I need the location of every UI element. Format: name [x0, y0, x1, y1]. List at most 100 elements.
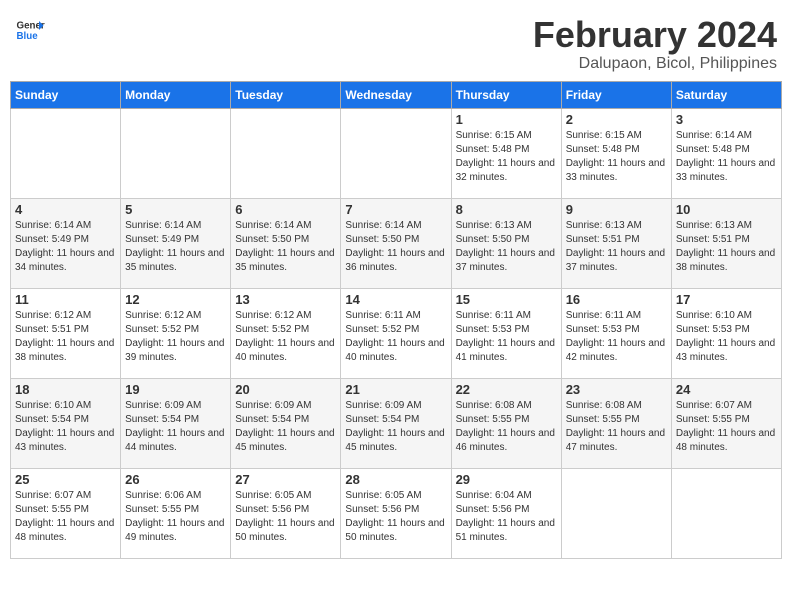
cell-info: Sunrise: 6:10 AM Sunset: 5:53 PM Dayligh…	[676, 309, 777, 365]
cell-info: Sunrise: 6:15 AM Sunset: 5:48 PM Dayligh…	[456, 129, 557, 185]
cell-day-number: 12	[125, 292, 226, 307]
calendar-cell: 14 Sunrise: 6:11 AM Sunset: 5:52 PM Dayli…	[341, 288, 451, 378]
calendar-cell: 4 Sunrise: 6:14 AM Sunset: 5:49 PM Daylig…	[11, 198, 121, 288]
cell-day-number: 21	[345, 382, 446, 397]
header-row: Sunday Monday Tuesday Wednesday Thursday…	[11, 81, 782, 108]
calendar-cell	[11, 108, 121, 198]
calendar-cell: 8 Sunrise: 6:13 AM Sunset: 5:50 PM Daylig…	[451, 198, 561, 288]
cell-day-number: 29	[456, 472, 557, 487]
calendar-cell: 2 Sunrise: 6:15 AM Sunset: 5:48 PM Daylig…	[561, 108, 671, 198]
cell-info: Sunrise: 6:13 AM Sunset: 5:51 PM Dayligh…	[676, 219, 777, 275]
cell-day-number: 17	[676, 292, 777, 307]
svg-text:Blue: Blue	[17, 31, 39, 42]
calendar-cell	[561, 468, 671, 558]
calendar-cell	[341, 108, 451, 198]
cell-day-number: 2	[566, 112, 667, 127]
calendar-cell	[231, 108, 341, 198]
cell-info: Sunrise: 6:04 AM Sunset: 5:56 PM Dayligh…	[456, 489, 557, 545]
calendar-cell: 18 Sunrise: 6:10 AM Sunset: 5:54 PM Dayli…	[11, 378, 121, 468]
cell-info: Sunrise: 6:07 AM Sunset: 5:55 PM Dayligh…	[15, 489, 116, 545]
cell-day-number: 8	[456, 202, 557, 217]
cell-day-number: 11	[15, 292, 116, 307]
calendar-week-4: 18 Sunrise: 6:10 AM Sunset: 5:54 PM Dayli…	[11, 378, 782, 468]
cell-info: Sunrise: 6:06 AM Sunset: 5:55 PM Dayligh…	[125, 489, 226, 545]
calendar-cell: 1 Sunrise: 6:15 AM Sunset: 5:48 PM Daylig…	[451, 108, 561, 198]
cell-info: Sunrise: 6:11 AM Sunset: 5:52 PM Dayligh…	[345, 309, 446, 365]
cell-info: Sunrise: 6:10 AM Sunset: 5:54 PM Dayligh…	[15, 399, 116, 455]
cell-day-number: 4	[15, 202, 116, 217]
cell-day-number: 26	[125, 472, 226, 487]
cell-day-number: 10	[676, 202, 777, 217]
cell-day-number: 27	[235, 472, 336, 487]
cell-day-number: 6	[235, 202, 336, 217]
month-title: February 2024	[533, 15, 777, 55]
cell-day-number: 20	[235, 382, 336, 397]
logo: General Blue	[15, 15, 45, 45]
page-header: General Blue February 2024 Dalupaon, Bic…	[10, 10, 782, 73]
cell-day-number: 19	[125, 382, 226, 397]
title-area: February 2024 Dalupaon, Bicol, Philippin…	[533, 15, 777, 73]
calendar-cell: 22Sunrise: 6:08 AM Sunset: 5:55 PM Dayli…	[451, 378, 561, 468]
calendar-table: Sunday Monday Tuesday Wednesday Thursday…	[10, 81, 782, 559]
cell-day-number: 1	[456, 112, 557, 127]
calendar-cell: 10 Sunrise: 6:13 AM Sunset: 5:51 PM Dayli…	[671, 198, 781, 288]
cell-day-number: 25	[15, 472, 116, 487]
cell-info: Sunrise: 6:11 AM Sunset: 5:53 PM Dayligh…	[456, 309, 557, 365]
calendar-cell	[671, 468, 781, 558]
calendar-cell: 5 Sunrise: 6:14 AM Sunset: 5:49 PM Daylig…	[121, 198, 231, 288]
cell-day-number: 14	[345, 292, 446, 307]
calendar-cell: 7 Sunrise: 6:14 AM Sunset: 5:50 PM Daylig…	[341, 198, 451, 288]
calendar-week-5: 25 Sunrise: 6:07 AM Sunset: 5:55 PM Dayli…	[11, 468, 782, 558]
cell-day-number: 16	[566, 292, 667, 307]
cell-day-number: 5	[125, 202, 226, 217]
header-monday: Monday	[121, 81, 231, 108]
header-sunday: Sunday	[11, 81, 121, 108]
cell-info: Sunrise: 6:05 AM Sunset: 5:56 PM Dayligh…	[345, 489, 446, 545]
cell-day-number: 24	[676, 382, 777, 397]
cell-info: Sunrise: 6:09 AM Sunset: 5:54 PM Dayligh…	[345, 399, 446, 455]
cell-day-number: 7	[345, 202, 446, 217]
cell-info: Sunrise: 6:15 AM Sunset: 5:48 PM Dayligh…	[566, 129, 667, 185]
calendar-cell: 29 Sunrise: 6:04 AM Sunset: 5:56 PM Dayli…	[451, 468, 561, 558]
header-wednesday: Wednesday	[341, 81, 451, 108]
cell-info: Sunrise: 6:08 AM Sunset: 5:55 PM Dayligh…	[566, 399, 667, 455]
cell-day-number: 9	[566, 202, 667, 217]
logo-icon: General Blue	[15, 15, 45, 45]
cell-info: Sunrise: 6:14 AM Sunset: 5:49 PM Dayligh…	[125, 219, 226, 275]
cell-info: Sunrise: 6:09 AM Sunset: 5:54 PM Dayligh…	[125, 399, 226, 455]
calendar-week-1: 1 Sunrise: 6:15 AM Sunset: 5:48 PM Daylig…	[11, 108, 782, 198]
cell-day-number: 23	[566, 382, 667, 397]
calendar-cell: 23 Sunrise: 6:08 AM Sunset: 5:55 PM Dayli…	[561, 378, 671, 468]
cell-info: Sunrise: 6:14 AM Sunset: 5:50 PM Dayligh…	[345, 219, 446, 275]
calendar-cell: 15 Sunrise: 6:11 AM Sunset: 5:53 PM Dayli…	[451, 288, 561, 378]
cell-day-number: 18	[15, 382, 116, 397]
cell-info: Sunrise: 6:12 AM Sunset: 5:51 PM Dayligh…	[15, 309, 116, 365]
calendar-week-2: 4 Sunrise: 6:14 AM Sunset: 5:49 PM Daylig…	[11, 198, 782, 288]
calendar-cell: 12 Sunrise: 6:12 AM Sunset: 5:52 PM Dayli…	[121, 288, 231, 378]
calendar-cell: 25 Sunrise: 6:07 AM Sunset: 5:55 PM Dayli…	[11, 468, 121, 558]
calendar-cell: 26 Sunrise: 6:06 AM Sunset: 5:55 PM Dayli…	[121, 468, 231, 558]
calendar-cell: 16 Sunrise: 6:11 AM Sunset: 5:53 PM Dayli…	[561, 288, 671, 378]
calendar-cell: 11 Sunrise: 6:12 AM Sunset: 5:51 PM Dayli…	[11, 288, 121, 378]
calendar-cell: 21 Sunrise: 6:09 AM Sunset: 5:54 PM Dayli…	[341, 378, 451, 468]
cell-info: Sunrise: 6:13 AM Sunset: 5:51 PM Dayligh…	[566, 219, 667, 275]
cell-info: Sunrise: 6:09 AM Sunset: 5:54 PM Dayligh…	[235, 399, 336, 455]
cell-info: Sunrise: 6:14 AM Sunset: 5:49 PM Dayligh…	[15, 219, 116, 275]
cell-day-number: 15	[456, 292, 557, 307]
calendar-cell	[121, 108, 231, 198]
cell-info: Sunrise: 6:13 AM Sunset: 5:50 PM Dayligh…	[456, 219, 557, 275]
calendar-cell: 28 Sunrise: 6:05 AM Sunset: 5:56 PM Dayli…	[341, 468, 451, 558]
calendar-cell: 17 Sunrise: 6:10 AM Sunset: 5:53 PM Dayli…	[671, 288, 781, 378]
cell-info: Sunrise: 6:05 AM Sunset: 5:56 PM Dayligh…	[235, 489, 336, 545]
cell-day-number: 22	[456, 382, 557, 397]
cell-day-number: 28	[345, 472, 446, 487]
header-tuesday: Tuesday	[231, 81, 341, 108]
calendar-week-3: 11 Sunrise: 6:12 AM Sunset: 5:51 PM Dayli…	[11, 288, 782, 378]
calendar-cell: 27 Sunrise: 6:05 AM Sunset: 5:56 PM Dayli…	[231, 468, 341, 558]
cell-info: Sunrise: 6:12 AM Sunset: 5:52 PM Dayligh…	[235, 309, 336, 365]
calendar-cell: 6Sunrise: 6:14 AM Sunset: 5:50 PM Daylig…	[231, 198, 341, 288]
cell-info: Sunrise: 6:12 AM Sunset: 5:52 PM Dayligh…	[125, 309, 226, 365]
cell-info: Sunrise: 6:11 AM Sunset: 5:53 PM Dayligh…	[566, 309, 667, 365]
cell-info: Sunrise: 6:07 AM Sunset: 5:55 PM Dayligh…	[676, 399, 777, 455]
calendar-cell: 9 Sunrise: 6:13 AM Sunset: 5:51 PM Daylig…	[561, 198, 671, 288]
